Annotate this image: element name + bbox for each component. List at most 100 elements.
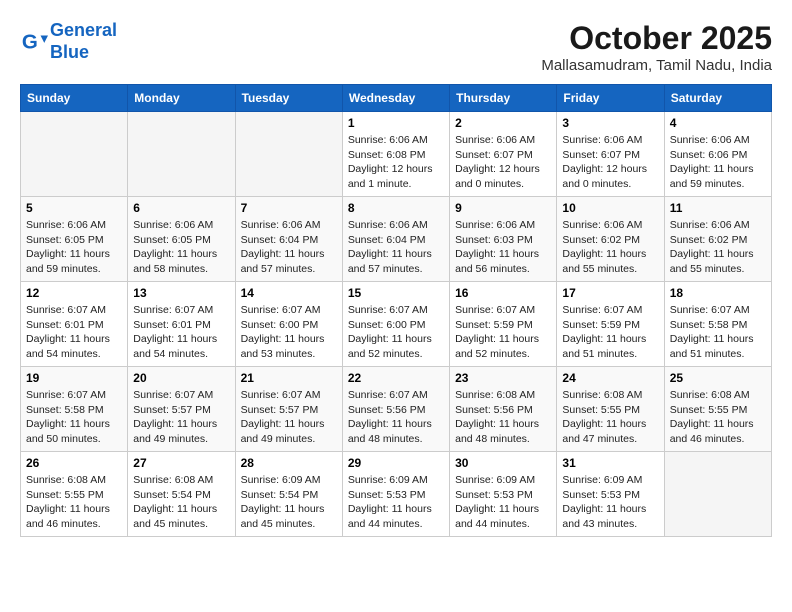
day-number: 6: [133, 201, 229, 215]
calendar-cell: [21, 112, 128, 197]
location: Mallasamudram, Tamil Nadu, India: [541, 57, 772, 74]
weekday-header-saturday: Saturday: [664, 85, 771, 112]
day-number: 4: [670, 116, 766, 130]
calendar-week-2: 5 Sunrise: 6:06 AM Sunset: 6:05 PM Daylig…: [21, 197, 772, 282]
day-info: Sunrise: 6:07 AM Sunset: 5:59 PM Dayligh…: [562, 303, 658, 362]
day-number: 29: [348, 456, 444, 470]
calendar-cell: 12 Sunrise: 6:07 AM Sunset: 6:01 PM Dayli…: [21, 282, 128, 367]
calendar-cell: 20Sunrise: 6:07 AM Sunset: 5:57 PM Dayli…: [128, 367, 235, 452]
day-number: 24: [562, 371, 658, 385]
day-info: Sunrise: 6:06 AM Sunset: 6:07 PM Dayligh…: [455, 133, 551, 192]
calendar-cell: 3Sunrise: 6:06 AM Sunset: 6:07 PM Daylig…: [557, 112, 664, 197]
calendar-cell: 31 Sunrise: 6:09 AM Sunset: 5:53 PM Dayli…: [557, 452, 664, 537]
title-block: October 2025 Mallasamudram, Tamil Nadu, …: [541, 20, 772, 74]
day-number: 11: [670, 201, 766, 215]
calendar-cell: 22Sunrise: 6:07 AM Sunset: 5:56 PM Dayli…: [342, 367, 449, 452]
day-info: Sunrise: 6:08 AM Sunset: 5:54 PM Dayligh…: [133, 473, 229, 532]
day-info: Sunrise: 6:07 AM Sunset: 5:57 PM Dayligh…: [241, 388, 337, 447]
logo: G General Blue: [20, 20, 117, 63]
day-number: 5: [26, 201, 122, 215]
day-info: Sunrise: 6:08 AM Sunset: 5:55 PM Dayligh…: [26, 473, 122, 532]
logo-icon: G: [20, 28, 48, 56]
calendar-cell: 17 Sunrise: 6:07 AM Sunset: 5:59 PM Dayli…: [557, 282, 664, 367]
day-info: Sunrise: 6:08 AM Sunset: 5:55 PM Dayligh…: [670, 388, 766, 447]
weekday-header-thursday: Thursday: [450, 85, 557, 112]
month-title: October 2025: [541, 20, 772, 57]
day-number: 17: [562, 286, 658, 300]
day-info: Sunrise: 6:07 AM Sunset: 5:58 PM Dayligh…: [670, 303, 766, 362]
day-number: 13: [133, 286, 229, 300]
calendar-cell: 30Sunrise: 6:09 AM Sunset: 5:53 PM Dayli…: [450, 452, 557, 537]
day-number: 14: [241, 286, 337, 300]
weekday-header-row: SundayMondayTuesdayWednesdayThursdayFrid…: [21, 85, 772, 112]
logo-line1: General: [50, 20, 117, 40]
day-info: Sunrise: 6:09 AM Sunset: 5:53 PM Dayligh…: [348, 473, 444, 532]
calendar-cell: 26 Sunrise: 6:08 AM Sunset: 5:55 PM Dayli…: [21, 452, 128, 537]
calendar-cell: 13 Sunrise: 6:07 AM Sunset: 6:01 PM Dayli…: [128, 282, 235, 367]
day-number: 12: [26, 286, 122, 300]
calendar-cell: 15Sunrise: 6:07 AM Sunset: 6:00 PM Dayli…: [342, 282, 449, 367]
calendar-week-5: 26 Sunrise: 6:08 AM Sunset: 5:55 PM Dayli…: [21, 452, 772, 537]
calendar-cell: 4Sunrise: 6:06 AM Sunset: 6:06 PM Daylig…: [664, 112, 771, 197]
day-info: Sunrise: 6:06 AM Sunset: 6:04 PM Dayligh…: [348, 218, 444, 277]
day-info: Sunrise: 6:06 AM Sunset: 6:02 PM Dayligh…: [562, 218, 658, 277]
calendar-cell: 25 Sunrise: 6:08 AM Sunset: 5:55 PM Dayli…: [664, 367, 771, 452]
page-header: G General Blue October 2025 Mallasamudra…: [20, 20, 772, 74]
day-info: Sunrise: 6:07 AM Sunset: 5:59 PM Dayligh…: [455, 303, 551, 362]
day-number: 9: [455, 201, 551, 215]
day-number: 10: [562, 201, 658, 215]
logo-text: General Blue: [50, 20, 117, 63]
calendar-cell: 10 Sunrise: 6:06 AM Sunset: 6:02 PM Dayli…: [557, 197, 664, 282]
day-info: Sunrise: 6:06 AM Sunset: 6:05 PM Dayligh…: [133, 218, 229, 277]
day-info: Sunrise: 6:06 AM Sunset: 6:05 PM Dayligh…: [26, 218, 122, 277]
day-number: 22: [348, 371, 444, 385]
calendar-week-4: 19Sunrise: 6:07 AM Sunset: 5:58 PM Dayli…: [21, 367, 772, 452]
day-number: 30: [455, 456, 551, 470]
calendar-cell: 8 Sunrise: 6:06 AM Sunset: 6:04 PM Daylig…: [342, 197, 449, 282]
calendar-cell: 7 Sunrise: 6:06 AM Sunset: 6:04 PM Daylig…: [235, 197, 342, 282]
day-info: Sunrise: 6:09 AM Sunset: 5:54 PM Dayligh…: [241, 473, 337, 532]
calendar-cell: 24 Sunrise: 6:08 AM Sunset: 5:55 PM Dayli…: [557, 367, 664, 452]
calendar-cell: [128, 112, 235, 197]
calendar-cell: 27Sunrise: 6:08 AM Sunset: 5:54 PM Dayli…: [128, 452, 235, 537]
day-number: 1: [348, 116, 444, 130]
day-number: 21: [241, 371, 337, 385]
calendar-week-3: 12 Sunrise: 6:07 AM Sunset: 6:01 PM Dayli…: [21, 282, 772, 367]
weekday-header-friday: Friday: [557, 85, 664, 112]
calendar-cell: 9 Sunrise: 6:06 AM Sunset: 6:03 PM Daylig…: [450, 197, 557, 282]
day-info: Sunrise: 6:07 AM Sunset: 6:01 PM Dayligh…: [133, 303, 229, 362]
calendar-cell: 28Sunrise: 6:09 AM Sunset: 5:54 PM Dayli…: [235, 452, 342, 537]
day-number: 23: [455, 371, 551, 385]
calendar-cell: 6 Sunrise: 6:06 AM Sunset: 6:05 PM Daylig…: [128, 197, 235, 282]
day-number: 19: [26, 371, 122, 385]
day-info: Sunrise: 6:09 AM Sunset: 5:53 PM Dayligh…: [562, 473, 658, 532]
day-info: Sunrise: 6:07 AM Sunset: 5:57 PM Dayligh…: [133, 388, 229, 447]
day-number: 31: [562, 456, 658, 470]
calendar-week-1: 1Sunrise: 6:06 AM Sunset: 6:08 PM Daylig…: [21, 112, 772, 197]
day-number: 8: [348, 201, 444, 215]
calendar-cell: 14Sunrise: 6:07 AM Sunset: 6:00 PM Dayli…: [235, 282, 342, 367]
calendar-cell: [664, 452, 771, 537]
day-number: 16: [455, 286, 551, 300]
day-number: 18: [670, 286, 766, 300]
svg-text:G: G: [22, 30, 38, 53]
weekday-header-monday: Monday: [128, 85, 235, 112]
calendar-cell: 5 Sunrise: 6:06 AM Sunset: 6:05 PM Daylig…: [21, 197, 128, 282]
calendar-cell: 21 Sunrise: 6:07 AM Sunset: 5:57 PM Dayli…: [235, 367, 342, 452]
day-info: Sunrise: 6:08 AM Sunset: 5:55 PM Dayligh…: [562, 388, 658, 447]
day-number: 25: [670, 371, 766, 385]
day-number: 7: [241, 201, 337, 215]
day-info: Sunrise: 6:06 AM Sunset: 6:02 PM Dayligh…: [670, 218, 766, 277]
day-info: Sunrise: 6:07 AM Sunset: 6:01 PM Dayligh…: [26, 303, 122, 362]
day-info: Sunrise: 6:06 AM Sunset: 6:04 PM Dayligh…: [241, 218, 337, 277]
calendar-cell: 16 Sunrise: 6:07 AM Sunset: 5:59 PM Dayli…: [450, 282, 557, 367]
day-info: Sunrise: 6:06 AM Sunset: 6:03 PM Dayligh…: [455, 218, 551, 277]
logo-line2: Blue: [50, 42, 89, 62]
calendar-table: SundayMondayTuesdayWednesdayThursdayFrid…: [20, 84, 772, 537]
calendar-cell: 23Sunrise: 6:08 AM Sunset: 5:56 PM Dayli…: [450, 367, 557, 452]
day-number: 2: [455, 116, 551, 130]
day-number: 26: [26, 456, 122, 470]
day-info: Sunrise: 6:07 AM Sunset: 6:00 PM Dayligh…: [348, 303, 444, 362]
weekday-header-tuesday: Tuesday: [235, 85, 342, 112]
calendar-cell: 19Sunrise: 6:07 AM Sunset: 5:58 PM Dayli…: [21, 367, 128, 452]
